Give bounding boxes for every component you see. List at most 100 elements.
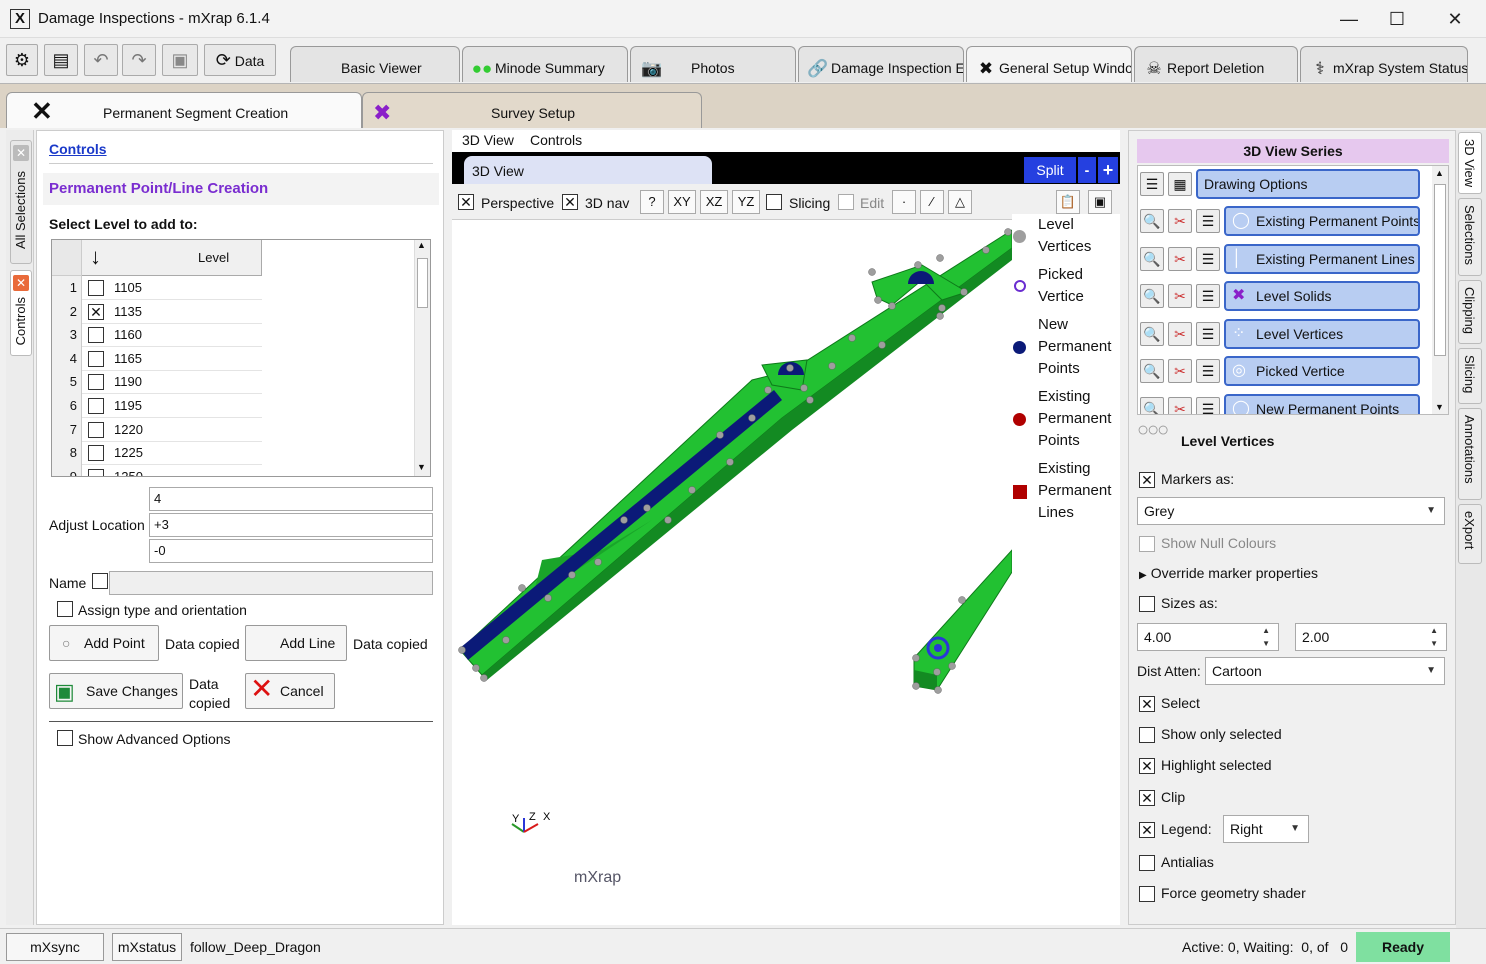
legend-checkbox[interactable]: ✕	[1139, 822, 1155, 839]
view-tab[interactable]: 3D View	[464, 156, 712, 186]
level-checkbox[interactable]	[88, 468, 104, 476]
scissors-icon[interactable]: ✂	[1168, 284, 1192, 308]
clip-checkbox[interactable]: ✕	[1139, 790, 1155, 807]
data-refresh-button[interactable]: ⟳ Data	[204, 44, 276, 76]
assign-type-checkbox[interactable]	[57, 601, 73, 617]
tab-slicing-side[interactable]: Slicing	[1458, 348, 1482, 404]
series-item-button[interactable]: ⁘ Level Vertices	[1224, 318, 1420, 349]
redo-icon[interactable]: ↷	[122, 44, 156, 76]
name-checkbox[interactable]	[92, 573, 108, 589]
level-checkbox[interactable]: ✕	[88, 303, 104, 320]
series-item-button[interactable]: │ Existing Permanent Lines	[1224, 243, 1420, 274]
mxsync-button[interactable]: mXsync	[6, 933, 104, 961]
size-min-spinbox[interactable]: 4.00 ▲ ▼	[1137, 623, 1279, 651]
zoom-icon[interactable]: 🔍	[1140, 321, 1164, 346]
tab-clipping-side[interactable]: Clipping	[1458, 280, 1482, 344]
mxstatus-button[interactable]: mXstatus	[112, 933, 182, 961]
table-scrollbar[interactable]: ▲ ▼	[414, 240, 430, 476]
antialias-checkbox[interactable]	[1139, 855, 1155, 872]
level-checkbox[interactable]	[88, 445, 104, 462]
list-icon[interactable]: ☰	[1196, 209, 1220, 233]
tab-photos[interactable]: 📷 Photos	[630, 46, 796, 82]
override-row[interactable]: ▶ Override marker properties	[1139, 565, 1318, 581]
zoom-icon[interactable]: 🔍	[1140, 284, 1164, 308]
series-item-button[interactable]: ◯ Existing Permanent Points	[1224, 206, 1420, 236]
scissors-icon[interactable]: ✂	[1168, 396, 1192, 414]
add-line-button[interactable]: Add Line	[245, 625, 347, 661]
tab-annotations-side[interactable]: Annotations	[1458, 408, 1482, 500]
adjust-z-input[interactable]: -0	[149, 539, 433, 563]
size-max-spinbox[interactable]: 2.00 ▲ ▼	[1295, 623, 1447, 651]
tab-selections-side[interactable]: Selections	[1458, 198, 1482, 276]
legend-position-select[interactable]: Right ▼	[1223, 815, 1309, 843]
markers-as-select[interactable]: Grey ▼	[1137, 497, 1445, 525]
perspective-checkbox[interactable]: ✕	[458, 194, 474, 210]
spin-icon[interactable]: ▲ ▼	[1430, 624, 1438, 650]
tab-3d-view-side[interactable]: 3D View	[1458, 132, 1482, 194]
list-icon[interactable]: ☰	[1196, 284, 1220, 308]
adjust-x-input[interactable]: 4	[149, 487, 433, 511]
tab-report-deletion[interactable]: ☠ Report Deletion	[1134, 46, 1298, 82]
layout-icon[interactable]: ▤	[44, 44, 78, 76]
show-only-selected-checkbox[interactable]	[1139, 727, 1155, 744]
scissors-icon[interactable]: ✂	[1168, 321, 1192, 346]
line-tool-icon[interactable]: ⁄	[920, 190, 944, 214]
close-button[interactable]: ✕	[1432, 0, 1478, 38]
list-icon[interactable]: ☰	[1196, 396, 1220, 414]
close-icon[interactable]: ✕	[13, 275, 29, 291]
highlight-selected-checkbox[interactable]: ✕	[1139, 758, 1155, 775]
scissors-icon[interactable]: ✂	[1168, 246, 1192, 271]
drawing-options-button[interactable]: Drawing Options	[1196, 169, 1420, 199]
series-item-button[interactable]: ✖ Level Solids	[1224, 281, 1420, 311]
markers-as-checkbox[interactable]: ✕	[1139, 472, 1155, 489]
minimize-button[interactable]: —	[1326, 0, 1372, 38]
scissors-icon[interactable]: ✂	[1168, 359, 1192, 383]
level-checkbox[interactable]	[88, 421, 104, 438]
table-row[interactable]: 3 1160	[52, 323, 262, 348]
level-checkbox[interactable]	[88, 350, 104, 367]
add-point-button[interactable]: ○ Add Point	[49, 625, 159, 661]
undo-icon[interactable]: ↶	[84, 44, 118, 76]
save-image-icon[interactable]: ▣	[1088, 190, 1112, 214]
table-row[interactable]: 7 1220	[52, 417, 262, 442]
scroll-up-icon[interactable]: ▲	[1435, 168, 1444, 178]
scroll-down-icon[interactable]: ▼	[417, 462, 426, 472]
force-geometry-checkbox[interactable]	[1139, 886, 1155, 903]
table-row[interactable]: 6 1195	[52, 394, 262, 418]
3d-canvas[interactable]: Y Z X mXrap Level Vertices Picked Vertice Ne…	[452, 214, 1120, 925]
level-checkbox[interactable]	[88, 398, 104, 414]
xy-view-button[interactable]: XY	[668, 190, 696, 214]
table-row[interactable]: 1 1105	[52, 276, 262, 300]
tab-damage-inspection[interactable]: 🔗 Damage Inspection E	[798, 46, 964, 82]
yz-view-button[interactable]: YZ	[732, 190, 760, 214]
scissors-icon[interactable]: ✂	[1168, 209, 1192, 233]
scroll-up-icon[interactable]: ▲	[417, 240, 426, 250]
menu-controls[interactable]: Controls	[530, 132, 582, 148]
scroll-down-icon[interactable]: ▼	[1435, 402, 1444, 412]
edit-checkbox[interactable]	[838, 194, 854, 210]
maximize-button[interactable]: ☐	[1374, 0, 1420, 38]
tab-export-side[interactable]: eXport	[1458, 504, 1482, 564]
tab-general-setup[interactable]: ✖ General Setup Windo	[966, 46, 1132, 82]
level-checkbox[interactable]	[88, 327, 104, 344]
zoom-icon[interactable]: 🔍	[1140, 359, 1164, 383]
split-button[interactable]: Split	[1024, 157, 1076, 183]
add-view-button[interactable]: +	[1098, 157, 1118, 183]
select-checkbox[interactable]: ✕	[1139, 696, 1155, 713]
table-row[interactable]: 8 1225	[52, 441, 262, 466]
tab-basic-viewer[interactable]: Basic Viewer	[290, 46, 460, 82]
tab-survey-setup[interactable]: ✖ Survey Setup	[362, 92, 702, 128]
level-column-header[interactable]: ↓ Level	[82, 240, 262, 276]
tab-controls-side[interactable]: ✕ Controls	[10, 270, 32, 356]
settings-gear-icon[interactable]: ⚙	[6, 44, 38, 76]
scroll-thumb[interactable]	[1434, 184, 1446, 356]
list-icon[interactable]: ☰	[1196, 246, 1220, 271]
menu-3d-view[interactable]: 3D View	[462, 132, 514, 148]
spin-icon[interactable]: ▲ ▼	[1262, 624, 1270, 650]
remove-view-button[interactable]: -	[1078, 157, 1096, 183]
table-row[interactable]: 4 1165	[52, 346, 262, 371]
table-row[interactable]: 9 1250	[52, 464, 262, 476]
zoom-icon[interactable]: 🔍	[1140, 209, 1164, 233]
sort-arrow-down-icon[interactable]: ↓	[90, 244, 101, 270]
zoom-icon[interactable]: 🔍	[1140, 396, 1164, 414]
